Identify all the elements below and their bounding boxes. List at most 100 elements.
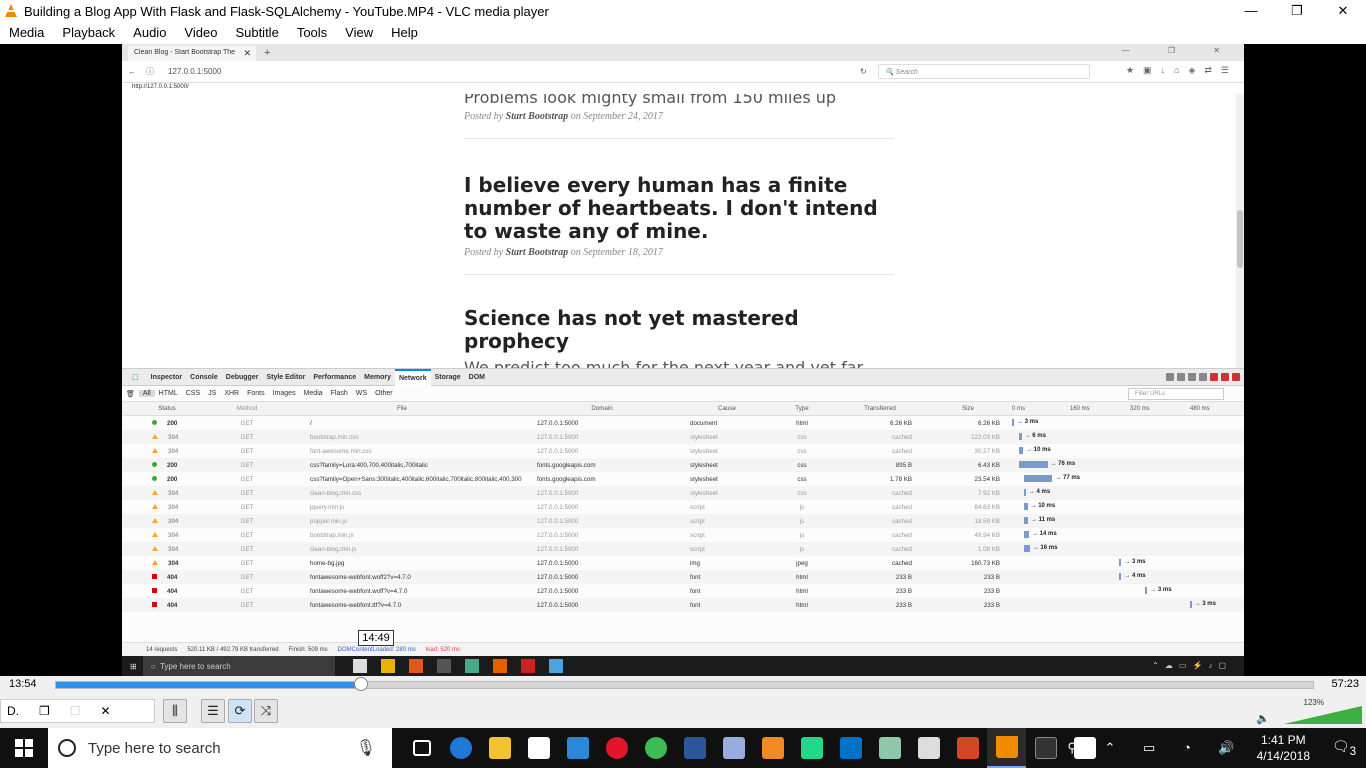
filter-html[interactable]: HTML [155, 390, 182, 397]
microphone-icon[interactable]: 🎙 [356, 738, 376, 758]
menu-view[interactable]: View [336, 22, 382, 44]
table-row[interactable]: 304 GET popper.min.js 127.0.0.1:5000 script j… [122, 514, 1244, 528]
maximize-button[interactable]: ❐ [1274, 0, 1320, 22]
post-preview[interactable]: Science has not yet mastered prophecy We… [464, 307, 894, 369]
filter-images[interactable]: Images [269, 390, 300, 397]
video-area[interactable]: Clean Blog - Start Bootstrap The ✕ + — ❐… [0, 44, 1366, 676]
mail-icon[interactable] [519, 728, 558, 768]
tray-icons[interactable]: ⚲ ⌃ ▭ ◔ 🔊 [1067, 740, 1246, 756]
filter-other[interactable]: Other [371, 390, 397, 397]
col-file[interactable]: File [282, 405, 522, 412]
menu-audio[interactable]: Audio [124, 22, 175, 44]
seek-handle[interactable] [353, 677, 368, 691]
pick-element-icon[interactable]: ⬚ [128, 369, 143, 386]
browser-search-input[interactable]: 🔍 Search [878, 64, 1090, 79]
tab-storage[interactable]: Storage [431, 369, 465, 386]
post-preview[interactable]: Problems look mighty small from 150 mile… [464, 94, 894, 139]
col-cause[interactable]: Cause [682, 405, 772, 412]
task-view-icon[interactable] [402, 728, 441, 768]
menu-media[interactable]: Media [0, 22, 53, 44]
table-row[interactable]: 304 GET jquery.min.js 127.0.0.1:5000 script j… [122, 500, 1244, 514]
browser-tab[interactable]: Clean Blog - Start Bootstrap The ✕ [128, 46, 256, 61]
table-row[interactable]: 304 GET font-awesome.min.css 127.0.0.1:5000… [122, 444, 1244, 458]
app-icon[interactable] [870, 728, 909, 768]
col-timeline[interactable]: 0 ms 160 ms 320 ms 480 ms [1008, 402, 1244, 416]
filter-urls-input[interactable]: Filter URLs [1128, 388, 1224, 400]
menu-playback[interactable]: Playback [53, 22, 124, 44]
table-row[interactable]: 200 GET css?family=Open+Sans:300italic,400… [122, 472, 1244, 486]
back-icon[interactable]: ← [128, 67, 136, 76]
info-icon[interactable]: ⓘ [146, 66, 154, 77]
loop-button[interactable]: ⟳ [228, 699, 252, 723]
filter-flash[interactable]: Flash [327, 390, 352, 397]
powerpoint-icon[interactable] [948, 728, 987, 768]
col-type[interactable]: Type [772, 405, 832, 412]
table-row[interactable]: 404 GET fontawesome-webfont.ttf?v=4.7.0 127… [122, 598, 1244, 612]
tab-console[interactable]: Console [186, 369, 222, 386]
seek-bar[interactable]: 13:54 57:23 [0, 676, 1366, 694]
filter-js[interactable]: JS [204, 390, 220, 397]
col-transferred[interactable]: Transferred [832, 405, 928, 412]
filter-ws[interactable]: WS [352, 390, 371, 397]
close-icon[interactable]: ✕ [101, 704, 111, 718]
trash-icon[interactable]: 🗑 [122, 390, 139, 398]
taskbar-search-input[interactable]: Type here to search 🎙 [48, 728, 392, 768]
post-title[interactable]: I believe every human has a finite numbe… [464, 174, 894, 243]
filter-fonts[interactable]: Fonts [243, 390, 269, 397]
volume-slider[interactable]: 🔈 123% [1256, 698, 1362, 725]
app-icon[interactable] [558, 728, 597, 768]
photos-icon[interactable] [909, 728, 948, 768]
sublime-icon[interactable] [753, 728, 792, 768]
minimize-button[interactable]: — [1228, 0, 1274, 22]
paint-icon[interactable] [714, 728, 753, 768]
close-button[interactable]: ✕ [1320, 0, 1366, 22]
clock[interactable]: 1:41 PM 4/14/2018 [1257, 732, 1310, 764]
tab-dom[interactable]: DOM [465, 369, 489, 386]
filter-css[interactable]: CSS [182, 390, 204, 397]
table-row[interactable]: 304 GET bootstrap.min.js 127.0.0.1:5000 scri… [122, 528, 1244, 542]
post-title[interactable]: Science has not yet mastered prophecy [464, 307, 894, 353]
filter-media[interactable]: Media [300, 390, 327, 397]
col-method[interactable]: Method [212, 405, 282, 412]
menu-video[interactable]: Video [175, 22, 226, 44]
table-row[interactable]: 200 GET / 127.0.0.1:5000 document html 6.26 KB… [122, 416, 1244, 430]
table-row[interactable]: 304 GET clean-blog.min.css 127.0.0.1:5000 st… [122, 486, 1244, 500]
reload-icon[interactable]: ↻ [860, 67, 867, 76]
start-button[interactable] [0, 728, 48, 768]
pycharm-icon[interactable] [792, 728, 831, 768]
browser-toolbar-icons[interactable]: ★▣↓⌂◈⇄☰ [1126, 65, 1238, 76]
col-size[interactable]: Size [928, 405, 1008, 412]
tab-debugger[interactable]: Debugger [222, 369, 263, 386]
file-explorer-icon[interactable] [480, 728, 519, 768]
page-scrollbar[interactable] [1236, 94, 1244, 368]
menu-tools[interactable]: Tools [288, 22, 336, 44]
menu-help[interactable]: Help [382, 22, 427, 44]
devtools-controls[interactable] [1166, 373, 1240, 381]
restore-icon[interactable]: ❐ [39, 704, 50, 718]
browser-window-controls[interactable]: — ❐ ✕ [1122, 46, 1238, 55]
word-icon[interactable] [675, 728, 714, 768]
new-tab-icon[interactable]: + [264, 46, 270, 61]
tab-network[interactable]: Network [394, 368, 431, 386]
col-status[interactable]: Status [122, 405, 212, 412]
filter-xhr[interactable]: XHR [220, 390, 243, 397]
table-row[interactable]: 404 GET fontawesome-webfont.woff?v=4.7.0 12… [122, 584, 1244, 598]
tab-performance[interactable]: Performance [309, 369, 360, 386]
table-row[interactable]: 304 GET bootstrap.min.css 127.0.0.1:5000 sty… [122, 430, 1244, 444]
shuffle-button[interactable]: ⤨ [254, 699, 278, 723]
post-preview[interactable]: I believe every human has a finite numbe… [464, 174, 894, 275]
table-row[interactable]: 200 GET css?family=Lora:400,700,400italic,… [122, 458, 1244, 472]
terminal-icon[interactable] [1026, 728, 1065, 768]
tab-style-editor[interactable]: Style Editor [262, 369, 309, 386]
table-row[interactable]: 304 GET clean-blog.min.js 127.0.0.1:5000 scr… [122, 542, 1244, 556]
opera-icon[interactable] [597, 728, 636, 768]
playlist-button[interactable]: ☰ [201, 699, 225, 723]
table-row[interactable]: 304 GET home-bg.jpg 127.0.0.1:5000 img jpeg ca… [122, 556, 1244, 570]
menu-subtitle[interactable]: Subtitle [226, 22, 287, 44]
table-row[interactable]: 404 GET fontawesome-webfont.woff2?v=4.7.0 1… [122, 570, 1244, 584]
edge-icon[interactable] [441, 728, 480, 768]
extended-settings-button[interactable]: ⫼ [163, 699, 187, 723]
speaker-icon[interactable]: 🔈 [1256, 712, 1270, 725]
notifications-icon[interactable]: 🗨3 [1330, 738, 1358, 758]
outlook-icon[interactable] [831, 728, 870, 768]
